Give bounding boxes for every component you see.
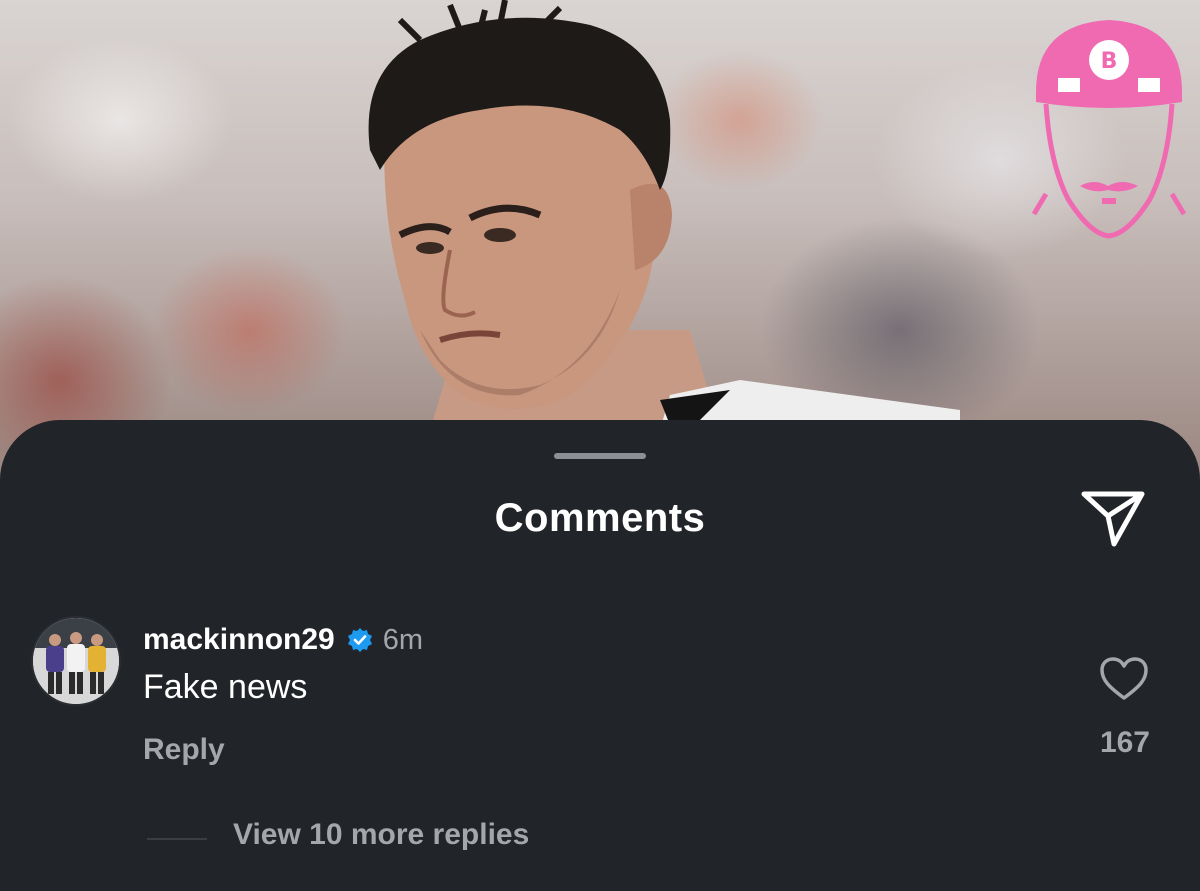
- post-photo: B: [0, 0, 1200, 480]
- reply-button[interactable]: Reply: [143, 733, 225, 767]
- comment-text: Fake news: [143, 668, 308, 706]
- comment-timestamp: 6m: [382, 623, 424, 656]
- heart-outline-icon[interactable]: [1099, 656, 1149, 702]
- verified-badge-icon: [347, 628, 372, 652]
- svg-text:B: B: [1101, 49, 1118, 74]
- sheet-drag-handle[interactable]: [554, 453, 646, 459]
- comment-header: mackinnon29 6m: [143, 618, 423, 662]
- player-photo: [368, 0, 960, 430]
- like-count: 167: [1099, 726, 1150, 759]
- replies-divider: [147, 838, 207, 840]
- sheet-title: Comments: [494, 496, 706, 540]
- comments-sheet: Comments mackinnon29 6m Fake news Reply …: [0, 420, 1200, 891]
- instagram-comments-screen: B Comments mackinnon29 6m Fake news Repl…: [0, 0, 1200, 891]
- avatar-image: [33, 618, 119, 704]
- barstool-helmet-logo: B: [1031, 20, 1187, 239]
- avatar[interactable]: [33, 618, 119, 704]
- comment-username[interactable]: mackinnon29: [143, 623, 335, 657]
- paper-plane-icon[interactable]: [1080, 488, 1146, 548]
- view-more-replies-button[interactable]: View 10 more replies: [233, 818, 529, 852]
